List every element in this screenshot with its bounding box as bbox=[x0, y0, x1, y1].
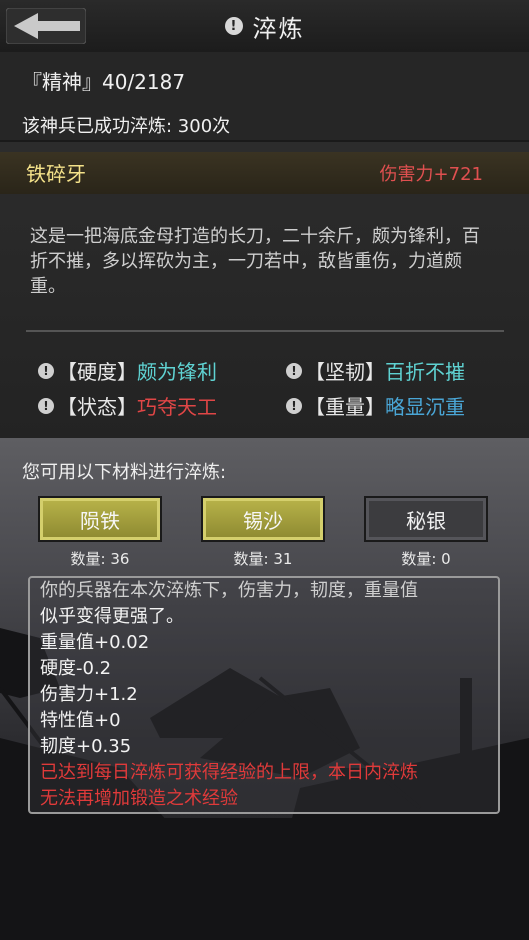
refine-result-log[interactable]: 你的兵器在本次淬炼下，伤害力，韧度，重量值 似乎变得更强了。 重量值+0.02 … bbox=[28, 576, 500, 814]
material-button-mithril[interactable]: 秘银 bbox=[364, 496, 488, 542]
attribute-value: 颇为锋利 bbox=[137, 360, 217, 384]
log-line: 韧度+0.35 bbox=[40, 736, 132, 757]
attribute-label: 【坚韧】 bbox=[305, 360, 385, 384]
page-title: 淬炼 bbox=[252, 14, 305, 43]
log-line: 特性值+0 bbox=[40, 710, 121, 731]
attribute-value: 百折不摧 bbox=[385, 360, 465, 384]
attribute-hardness: ! 【硬度】 颇为锋利 bbox=[38, 356, 217, 385]
attribute-status: ! 【状态】 巧夺天工 bbox=[38, 391, 217, 420]
attribute-toughness: ! 【坚韧】 百折不摧 bbox=[286, 356, 465, 385]
header-bar: ! 淬炼 bbox=[0, 0, 529, 53]
log-line: 你的兵器在本次淬炼下，伤害力，韧度，重量值 bbox=[40, 580, 418, 601]
attribute-label: 【状态】 bbox=[57, 395, 137, 419]
info-icon: ! bbox=[38, 362, 54, 379]
material-button-meteoric-iron[interactable]: 陨铁 bbox=[38, 496, 162, 542]
divider bbox=[26, 330, 504, 332]
attribute-value: 巧夺天工 bbox=[137, 395, 217, 419]
attribute-label: 【重量】 bbox=[305, 395, 385, 419]
log-warning-line: 无法再增加锻造之术经验 bbox=[40, 788, 238, 809]
materials-title: 您可用以下材料进行淬炼: bbox=[22, 462, 227, 483]
weapon-name: 铁碎牙 bbox=[26, 162, 86, 186]
info-icon: ! bbox=[286, 362, 302, 379]
warning-icon: ! bbox=[224, 17, 243, 35]
log-line: 似乎变得更强了。 bbox=[40, 606, 184, 627]
log-line: 硬度-0.2 bbox=[40, 658, 112, 679]
log-line: 重量值+0.02 bbox=[40, 632, 150, 653]
attribute-weight: ! 【重量】 略显沉重 bbox=[286, 391, 465, 420]
spirit-stat: 『精神』40/2187 bbox=[22, 70, 186, 94]
material-count: 数量: 0 bbox=[401, 550, 451, 568]
material-count: 数量: 31 bbox=[233, 550, 293, 568]
weapon-damage: 伤害力+721 bbox=[379, 164, 483, 185]
log-line: 伤害力+1.2 bbox=[40, 684, 138, 705]
material-button-tin-sand[interactable]: 锡沙 bbox=[201, 496, 325, 542]
info-icon: ! bbox=[286, 397, 302, 414]
log-warning-line: 已达到每日淬炼可获得经验的上限，本日内淬炼 bbox=[40, 762, 418, 783]
info-icon: ! bbox=[38, 397, 54, 414]
material-count: 数量: 36 bbox=[70, 550, 130, 568]
success-count: 该神兵已成功淬炼: 300次 bbox=[22, 116, 231, 137]
weapon-description: 这是一把海底金母打造的长刀，二十余斤，颇为锋利，百折不摧，多以挥砍为主，一刀若中… bbox=[30, 226, 480, 297]
attribute-value: 略显沉重 bbox=[385, 395, 465, 419]
attribute-label: 【硬度】 bbox=[57, 360, 137, 384]
